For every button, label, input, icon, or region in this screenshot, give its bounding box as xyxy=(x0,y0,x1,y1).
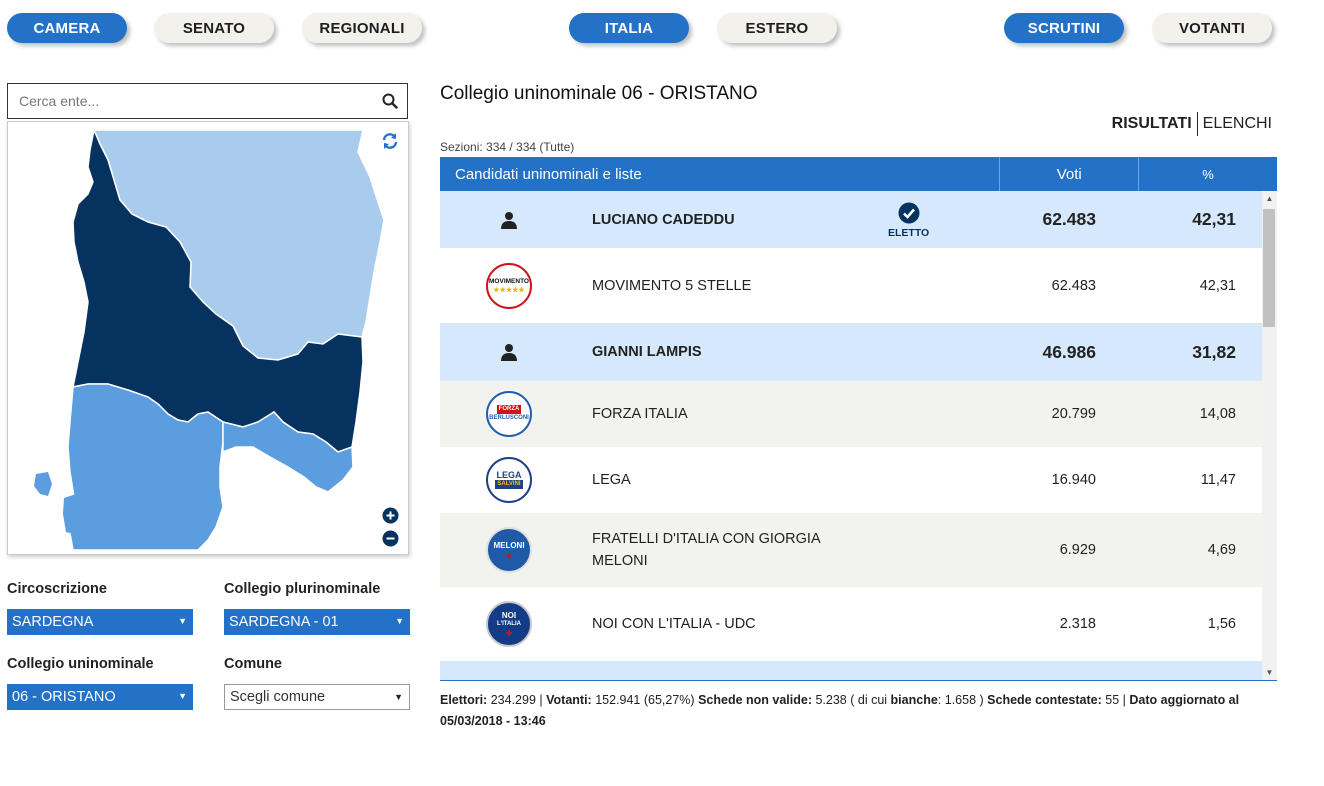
plurinominale-label: Collegio plurinominale xyxy=(224,581,381,597)
votes-value: 2.318 xyxy=(1059,616,1096,632)
collegio-map[interactable] xyxy=(8,122,408,554)
plurinominale-select[interactable]: SARDEGNA - 01 ▼ xyxy=(224,609,410,635)
plurinominale-value: SARDEGNA - 01 xyxy=(229,614,339,630)
election-summary: Elettori: 234.299 | Votanti: 152.941 (65… xyxy=(440,693,1240,728)
col-voti: Voti xyxy=(1000,157,1140,191)
results-table-header: Candidati uninominali e liste Voti % xyxy=(440,157,1277,191)
uninominale-label: Collegio uninominale xyxy=(7,656,154,672)
pct-value: 14,08 xyxy=(1199,406,1236,422)
uninominale-value: 06 - ORISTANO xyxy=(12,689,116,705)
pct-value: 31,82 xyxy=(1192,341,1236,362)
list-name: MOVIMENTO 5 STELLE xyxy=(592,277,752,294)
nav-italia-button[interactable]: ITALIA xyxy=(569,13,689,43)
nav-regionali-button[interactable]: REGIONALI xyxy=(302,13,422,43)
table-row[interactable]: GIANNI LAMPIS 46.986 31,82 xyxy=(440,323,1262,381)
votes-value: 62.483 xyxy=(1051,277,1096,294)
uninominale-select[interactable]: 06 - ORISTANO ▼ xyxy=(7,684,193,710)
scroll-up-icon[interactable]: ▲ xyxy=(1262,191,1277,206)
votanti-label: Votanti: xyxy=(546,693,592,707)
nav-camera-button[interactable]: CAMERA xyxy=(7,13,127,43)
col-candidati: Candidati uninominali e liste xyxy=(440,157,1001,191)
search-box[interactable]: Cerca ente... xyxy=(7,83,408,119)
nav-estero-button[interactable]: ESTERO xyxy=(717,13,837,43)
list-name: NOI CON L'ITALIA - UDC xyxy=(592,616,756,632)
list-name: LEGA xyxy=(592,472,631,488)
bianche-value: : 1.658 ) xyxy=(937,693,984,707)
pct-value: 42,31 xyxy=(1192,209,1236,229)
comune-value: Scegli comune xyxy=(230,689,326,705)
circoscrizione-value: SARDEGNA xyxy=(12,614,94,630)
fratelli-italia-logo-icon: MELONI ▲ xyxy=(484,525,534,575)
table-row[interactable]: FORZA BERLUSCONI FORZA ITALIA 20.799 14,… xyxy=(440,381,1262,447)
scrollbar-thumb[interactable] xyxy=(1263,209,1275,327)
comune-label: Comune xyxy=(224,656,282,672)
search-input[interactable]: Cerca ente... xyxy=(8,93,373,109)
eletto-label: ELETTO xyxy=(888,227,930,239)
table-row[interactable] xyxy=(440,661,1262,680)
pct-value: 42,31 xyxy=(1199,277,1236,294)
refresh-icon[interactable] xyxy=(381,132,399,150)
bianche-label: bianche xyxy=(890,693,938,707)
candidate-name: GIANNI LAMPIS xyxy=(592,344,702,360)
comune-select[interactable]: Scegli comune ▼ xyxy=(224,684,410,710)
map-panel xyxy=(7,121,409,555)
candidate-name: LUCIANO CADEDDU xyxy=(592,211,735,228)
nav-scrutini-button[interactable]: SCRUTINI xyxy=(1004,13,1124,43)
list-name: FRATELLI D'ITALIA CON GIORGIA MELONI xyxy=(592,531,820,569)
tab-elenchi[interactable]: ELENCHI xyxy=(1203,115,1272,133)
chevron-down-icon: ▼ xyxy=(394,692,403,702)
table-row[interactable]: MOVIMENTO ★★★★★ MOVIMENTO 5 STELLE 62.48… xyxy=(440,248,1262,323)
elettori-value: 234.299 xyxy=(490,693,536,707)
pct-value: 1,56 xyxy=(1207,616,1236,632)
nav-senato-button[interactable]: SENATO xyxy=(154,13,274,43)
view-tabs: RISULTATI ELENCHI xyxy=(1112,112,1272,136)
table-row[interactable]: LEGA SALVINI LEGA 16.940 11,47 xyxy=(440,447,1262,513)
list-name: FORZA ITALIA xyxy=(592,406,688,422)
lega-logo-icon: LEGA SALVINI xyxy=(484,455,534,505)
chevron-down-icon: ▼ xyxy=(395,616,404,626)
check-circle-icon xyxy=(898,202,920,224)
eletto-badge: ELETTO xyxy=(888,202,929,239)
contestate-value: 55 xyxy=(1105,693,1120,707)
person-icon xyxy=(484,195,534,245)
scroll-down-icon[interactable]: ▼ xyxy=(1262,665,1277,680)
search-icon[interactable] xyxy=(373,93,407,109)
tab-divider xyxy=(1196,112,1198,136)
elettori-label: Elettori: xyxy=(440,693,488,707)
zoom-in-icon[interactable] xyxy=(381,506,399,524)
votanti-value: 152.941 (65,27%) xyxy=(595,693,695,707)
tab-risultati[interactable]: RISULTATI xyxy=(1112,115,1192,133)
votes-value: 20.799 xyxy=(1051,406,1096,422)
table-scrollbar[interactable]: ▲ ▼ xyxy=(1262,191,1277,680)
col-pct: % xyxy=(1202,166,1214,182)
table-row[interactable]: MELONI ▲ FRATELLI D'ITALIA CON GIORGIA M… xyxy=(440,513,1262,587)
noi-con-italia-logo-icon: NOI L'ITALIA ✚ xyxy=(484,599,534,649)
chevron-down-icon: ▼ xyxy=(178,691,187,701)
chevron-down-icon: ▼ xyxy=(178,616,187,626)
circoscrizione-label: Circoscrizione xyxy=(7,581,107,597)
table-row[interactable]: LUCIANO CADEDDU ELETTO 62.483 42,31 xyxy=(440,191,1262,248)
page-title: Collegio uninominale 06 - ORISTANO xyxy=(440,83,758,104)
table-row[interactable]: NOI L'ITALIA ✚ NOI CON L'ITALIA - UDC 2.… xyxy=(440,587,1262,661)
non-valide-value: 5.238 xyxy=(815,693,847,707)
contestate-label: Schede contestate: xyxy=(987,693,1102,707)
forza-italia-logo-icon: FORZA BERLUSCONI xyxy=(484,389,534,439)
sezioni-info: Sezioni: 334 / 334 (Tutte) xyxy=(440,140,575,154)
pct-value: 4,69 xyxy=(1207,542,1236,558)
nav-votanti-button[interactable]: VOTANTI xyxy=(1152,13,1272,43)
circoscrizione-select[interactable]: SARDEGNA ▼ xyxy=(7,609,193,635)
person-icon xyxy=(484,327,534,377)
votes-value: 6.929 xyxy=(1059,542,1096,558)
table-bottom-border xyxy=(440,680,1277,681)
votes-value: 16.940 xyxy=(1051,472,1096,488)
zoom-out-icon[interactable] xyxy=(381,529,399,547)
m5s-logo-icon: MOVIMENTO ★★★★★ xyxy=(484,261,534,311)
votes-value: 46.986 xyxy=(1042,341,1096,362)
map-island-1 xyxy=(34,472,52,496)
di-cui-text: ( di cui xyxy=(850,693,888,707)
votes-value: 62.483 xyxy=(1042,209,1096,229)
results-table-body: LUCIANO CADEDDU ELETTO 62.483 42,31 MOVI… xyxy=(440,191,1262,680)
non-valide-label: Schede non valide: xyxy=(698,693,812,707)
pct-value: 11,47 xyxy=(1200,472,1236,488)
